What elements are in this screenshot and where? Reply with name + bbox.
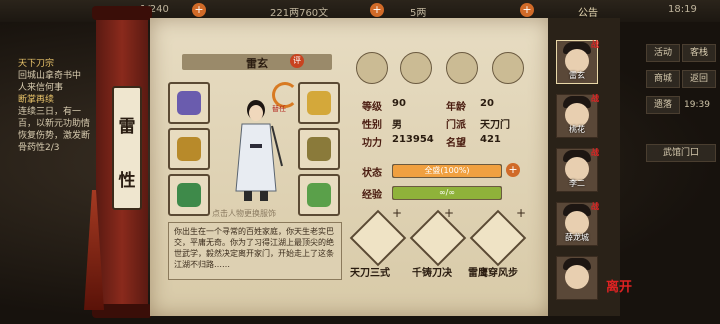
- battle-badge: 战: [591, 202, 599, 211]
- gender-value: 男: [392, 120, 402, 131]
- meridian-icon[interactable]: [492, 52, 524, 84]
- announce-button[interactable]: 公告: [578, 4, 598, 19]
- roster-member[interactable]: [556, 256, 598, 300]
- dragon-button[interactable]: 遗落: [646, 96, 680, 114]
- battle-badge: 战: [591, 40, 599, 49]
- age-value: 20: [480, 98, 494, 109]
- inn-button[interactable]: 客栈: [682, 44, 716, 62]
- tap-hint: 点击人物更换服饰: [212, 209, 276, 218]
- level-label: 等级: [362, 102, 382, 113]
- silver-counter: 221两760文: [270, 8, 329, 19]
- equip-slot-glove[interactable]: [168, 82, 210, 124]
- roster-member[interactable]: 战桃花: [556, 94, 599, 138]
- battle-badge: 战: [591, 94, 599, 103]
- face: [565, 265, 589, 289]
- rating-badge[interactable]: 评: [290, 54, 304, 68]
- power-label: 功力: [362, 138, 382, 149]
- roster-member[interactable]: 战李二: [556, 148, 599, 192]
- add-gold-button[interactable]: +: [520, 3, 534, 17]
- status-label: 状态: [362, 168, 382, 179]
- timer: 19:39: [684, 100, 710, 110]
- equip-slot-ring[interactable]: [168, 174, 210, 216]
- vertical-title: 雷 性: [112, 86, 142, 210]
- satchel-icon[interactable]: [400, 52, 432, 84]
- skill-name: 天刀三式: [350, 268, 390, 279]
- age-label: 年龄: [446, 102, 466, 113]
- skill-plus[interactable]: +: [516, 206, 526, 220]
- title-char: 性: [118, 171, 136, 191]
- add-stamina-button[interactable]: +: [192, 3, 206, 17]
- roster-name: 李二: [569, 179, 585, 188]
- roster-member[interactable]: 战薛龙城: [556, 202, 599, 246]
- equip-slot-armor[interactable]: [298, 82, 340, 124]
- skill-name: 雷鹰穿风步: [468, 268, 518, 279]
- roster-name: 雷玄: [569, 71, 585, 80]
- clock: 18:19: [668, 4, 697, 15]
- gender-label: 性别: [362, 120, 382, 131]
- sect-label: 门派: [446, 120, 466, 131]
- skill-name: 千铸刀决: [412, 268, 452, 279]
- equip-slot-helmet[interactable]: [298, 128, 340, 170]
- equip-slot-boots[interactable]: [298, 174, 340, 216]
- location-button[interactable]: 武馆门口: [646, 144, 716, 162]
- title-char: 雷: [118, 117, 136, 137]
- roster-name: 桃花: [569, 125, 585, 134]
- equip-slot-weapon[interactable]: [168, 128, 210, 170]
- event-button[interactable]: 活动: [646, 44, 680, 62]
- armor-stand-icon[interactable]: [356, 52, 388, 84]
- roster-member[interactable]: 战雷玄: [556, 40, 599, 84]
- roster-name: 薛龙城: [565, 233, 589, 242]
- hero-description: 你出生在一个寻常的百姓家庭，你天生老实巴交，平庸无奇。你为了习得江湖上最顶尖的绝…: [168, 222, 342, 280]
- hero-figure[interactable]: [228, 96, 284, 204]
- power-value: 213954: [392, 134, 434, 145]
- battle-badge: 战: [591, 148, 599, 157]
- scroll-cap-top: [92, 6, 152, 20]
- return-button[interactable]: 返回: [682, 70, 716, 88]
- status-value: 全盛(100%): [424, 166, 470, 175]
- leave-button[interactable]: 离开: [606, 276, 632, 295]
- heal-button[interactable]: +: [506, 163, 520, 177]
- exp-value: ∞/∞: [438, 188, 456, 197]
- fame-value: 421: [480, 134, 501, 145]
- exp-label: 经验: [362, 190, 382, 201]
- skill-plus[interactable]: +: [392, 206, 402, 220]
- shop-button[interactable]: 商城: [646, 70, 680, 88]
- gold-counter: 5两: [410, 8, 427, 19]
- yin-yang-icon[interactable]: [446, 52, 478, 84]
- fame-label: 名望: [446, 138, 466, 149]
- sect-value: 天刀门: [480, 120, 510, 131]
- hero-name: 雷玄: [246, 57, 268, 70]
- add-silver-button[interactable]: +: [370, 3, 384, 17]
- level-value: 90: [392, 98, 406, 109]
